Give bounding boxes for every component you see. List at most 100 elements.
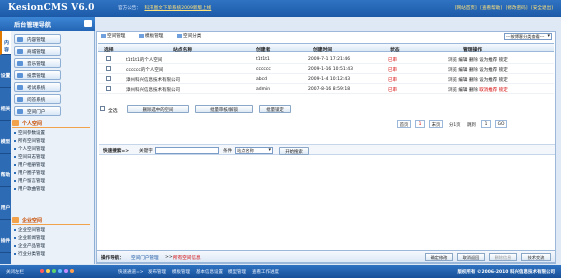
toolbar-label: 模板管理 [145, 34, 164, 39]
delete-info-button[interactable]: 删除信息 [489, 253, 517, 261]
tab-help[interactable]: 帮助 [0, 163, 11, 187]
toolbar-template-manage[interactable]: 模板管理 [139, 33, 163, 39]
cell-status: 已审 [388, 68, 397, 73]
sidebar-item-circles[interactable]: 用户圈子管理 [14, 170, 45, 176]
menu-shop-manage[interactable]: 商城管理 [14, 46, 61, 56]
col-created-time: 创建时间 [313, 48, 333, 53]
category-icon [177, 33, 182, 38]
toolbar-space-category[interactable]: 空间分类 [177, 33, 201, 39]
sidebar-item-industry-category[interactable]: 行业分类管理 [14, 251, 45, 257]
tab-settings[interactable]: 设置 [0, 64, 11, 88]
action-links[interactable]: 浏览 编辑 删除 设为推荐 锁定 [448, 58, 508, 63]
cancel-return-button[interactable]: 取消返回 [457, 253, 485, 261]
quick-search: 快速搜索=> 关键字 条件 站点名称 开始搜索 [99, 144, 555, 155]
sidebar-item-enterprise-spaces[interactable]: 企业空间管理 [14, 227, 45, 233]
jump-label: 跳到 [467, 123, 476, 128]
top-bar: KesionCMS V6.0 官方公告： 科汛图文下单系统2009新版上线 [网… [0, 0, 561, 17]
help-link[interactable]: [查看帮助] [480, 6, 502, 11]
cell-site-name[interactable]: 漳州科兴信息技术有限公司 [126, 87, 180, 93]
tab-model[interactable]: 模型 [0, 130, 11, 154]
keyword-input[interactable] [155, 147, 219, 154]
row-checkbox[interactable] [106, 86, 111, 91]
menu-space-portal[interactable]: 空间门户 [14, 106, 61, 116]
folder-icon [17, 49, 23, 54]
sidebar-item-all-spaces[interactable]: 所有空间管理 [14, 138, 45, 144]
breadcrumb-space-portal[interactable]: 空间门户管理 [131, 255, 159, 261]
breadcrumb-separator: >> [165, 255, 173, 260]
go-button[interactable]: GO [495, 120, 507, 128]
sidebar-item-blog-logs[interactable]: 空间日志管理 [14, 154, 45, 160]
page-1-button[interactable]: 1 [415, 120, 425, 128]
sidebar-item-messages[interactable]: 用户留言管理 [14, 178, 45, 184]
status-bar: 关闭左栏 快速通道=> 发布管理 模板管理 基本信息设置 模型管理 查看工作进度… [0, 265, 561, 278]
action-links[interactable]: 浏览 编辑 删除 设为推荐 锁定 [448, 78, 508, 83]
copyright: 版权所有 ©2006-2010 科兴信息技术有限公司 [457, 270, 555, 275]
menu-vote-manage[interactable]: 投票管理 [14, 70, 61, 80]
select-all-checkbox[interactable] [100, 106, 105, 111]
tab-related[interactable]: 相关 [0, 97, 11, 121]
cell-site-name[interactable]: cccccc的个人空间 [126, 67, 163, 73]
menu-music-manage[interactable]: 音乐管理 [14, 58, 61, 68]
cell-site-name[interactable]: 漳州科兴信息技术有限公司 [126, 77, 180, 83]
announcement-link[interactable]: 科汛图文下单系统2009新版上线 [144, 6, 211, 11]
sidebar-item-personal-spaces[interactable]: 个人空间管理 [14, 146, 45, 152]
delete-selected-button[interactable]: 删除选中的空间 [127, 105, 189, 113]
group-enterprise-space[interactable]: 企业空间 [12, 216, 90, 225]
toolbar-space-manage[interactable]: 空间管理 [101, 33, 125, 39]
nav-label: 操作导航： [101, 256, 124, 261]
sidebar-collapse-icon[interactable] [84, 20, 92, 27]
batch-review-button[interactable]: 批量审核/解锁 [195, 105, 253, 113]
sidebar-item-space-params[interactable]: 空间参数设置 [14, 130, 45, 136]
page-input[interactable]: 1 [481, 120, 491, 128]
sidebar-item-enterprise-news[interactable]: 企业新闻管理 [14, 235, 45, 241]
tab-users[interactable]: 用户 [0, 196, 11, 220]
cell-actions[interactable]: 浏览 编辑 删除 设为推荐 锁定 [448, 57, 508, 63]
start-search-button[interactable]: 开始搜索 [279, 147, 309, 155]
tab-content[interactable]: 内容 [0, 31, 11, 55]
close-left-panel[interactable]: 关闭左栏 [6, 269, 24, 275]
action-links-highlight[interactable]: 取消推荐 锁定 [479, 88, 507, 93]
shortcut-model[interactable]: 模型管理 [228, 269, 246, 275]
shortcut-basic-info[interactable]: 基本信息设置 [196, 269, 223, 275]
menu-label: 商城管理 [27, 50, 46, 55]
status-dot-icon [64, 269, 68, 273]
tab-plugins[interactable]: 插件 [0, 229, 11, 253]
shortcut-template[interactable]: 模板管理 [172, 269, 190, 275]
menu-qa-system[interactable]: 问答系统 [14, 94, 61, 104]
cell-actions[interactable]: 浏览 编辑 删除 设为推荐 锁定 [448, 77, 508, 83]
cell-site-name[interactable]: t1t1t1的个人空间 [126, 57, 162, 63]
confirm-edit-button[interactable]: 确定修改 [425, 253, 453, 261]
sidebar-item-albums[interactable]: 用户相册管理 [14, 162, 45, 168]
batch-lock-button[interactable]: 批量锁定 [259, 105, 291, 113]
last-page-button[interactable]: 末页 [429, 120, 443, 128]
action-links[interactable]: 浏览 编辑 删除 设为推荐 锁定 [448, 68, 508, 73]
shortcut-progress[interactable]: 查看工作进度 [252, 269, 279, 275]
condition-label: 条件 [223, 149, 233, 154]
menu-exam-system[interactable]: 考试系统 [14, 82, 61, 92]
tech-support-button[interactable]: 技术交流 [521, 253, 551, 261]
home-link[interactable]: [网站首页] [455, 6, 477, 11]
cell-status: 已审 [388, 78, 397, 83]
shortcuts-label: 快速通道=> [118, 270, 144, 275]
group-personal-space[interactable]: 个人空间 [12, 119, 90, 128]
sidebar-item-songs[interactable]: 用户歌曲管理 [14, 186, 45, 192]
row-checkbox[interactable] [106, 56, 111, 61]
status-dot-icon [40, 269, 44, 273]
condition-select[interactable]: 站点名称 [235, 147, 273, 154]
menu-label: 空间门户 [27, 110, 46, 115]
page-summary: 分1页 [449, 123, 461, 128]
change-password-link[interactable]: [修改密码] [506, 6, 528, 11]
cell-actions[interactable]: 浏览 编辑 删除 设为推荐 锁定 [448, 67, 508, 73]
shortcut-publish[interactable]: 发布管理 [148, 269, 166, 275]
menu-label: 音乐管理 [27, 62, 46, 67]
menu-content-manage[interactable]: 内容管理 [14, 34, 61, 44]
row-checkbox[interactable] [106, 76, 111, 81]
blog-category-filter[interactable]: ---按博客分类查看--- [504, 33, 552, 40]
sidebar-item-enterprise-products[interactable]: 企业产品管理 [14, 243, 45, 249]
logout-link[interactable]: [安全退出] [531, 6, 553, 11]
folder-icon [17, 97, 23, 102]
cell-actions[interactable]: 浏览 编辑 删除 取消推荐 锁定 [448, 87, 508, 93]
first-page-button[interactable]: 首页 [397, 120, 411, 128]
row-checkbox[interactable] [106, 66, 111, 71]
action-links[interactable]: 浏览 编辑 删除 [448, 88, 479, 93]
